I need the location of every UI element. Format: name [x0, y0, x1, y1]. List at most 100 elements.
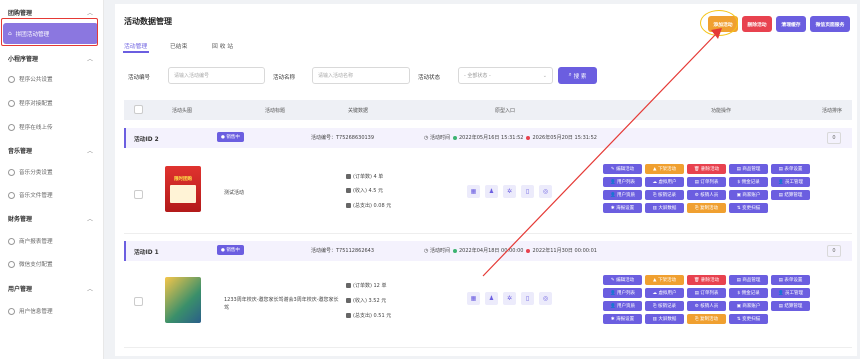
status-badge: ● 销售中 [217, 132, 244, 142]
settings-entry-icon[interactable]: ✲ [503, 185, 516, 198]
poster-button[interactable]: ✱ 海报设置 [603, 314, 642, 324]
sidebar-item-user-info[interactable]: 用户信息管理 [8, 307, 53, 315]
commission-button[interactable]: $ 佣金记录 [729, 288, 768, 298]
big-screen-button[interactable]: ▥ 大屏数据 [645, 314, 684, 324]
merchant-account-button[interactable]: ▣ 商家账户 [729, 301, 768, 311]
activity-thumbnail[interactable] [165, 277, 201, 323]
sidebar-item-wechat-pay[interactable]: 微信支付配置 [8, 260, 53, 268]
tab-underline [123, 51, 149, 53]
expense-icon [346, 313, 351, 318]
copy-button[interactable]: ⎘ 复制活动 [687, 314, 726, 324]
virtual-users-button[interactable]: ☁ 虚拟用户 [645, 288, 684, 298]
settlement-button[interactable]: ▤ 结算管理 [771, 190, 810, 200]
qualification-button[interactable]: 👤 用户资质 [603, 190, 642, 200]
qualification-button[interactable]: 👤 用户资质 [603, 301, 642, 311]
staff-button[interactable]: 👤 员工管理 [771, 177, 810, 187]
sidebar: 团购管理 ︿ ⌂ 拼团活动管理 小程序管理 ︿ 程序公共设置 程序对接配置 程序… [0, 0, 104, 359]
activity-thumbnail[interactable]: 限时团购 [165, 166, 201, 212]
mobile-entry-icon[interactable]: ▯ [521, 292, 534, 305]
chevron-up-icon[interactable]: ︿ [87, 54, 93, 63]
goods-button[interactable]: ▤ 商品管理 [729, 164, 768, 174]
report-icon [8, 237, 15, 245]
merchant-account-button[interactable]: ▣ 商家账户 [729, 190, 768, 200]
sidebar-group-title[interactable]: 财务管理 [8, 214, 32, 223]
offline-button[interactable]: ▲ 下架活动 [645, 164, 684, 174]
sidebar-item-merchant-report[interactable]: 商户报表管理 [8, 237, 53, 245]
stat-income: (收入) 3.52 元 [346, 297, 386, 304]
virtual-users-button[interactable]: ☁ 虚拟用户 [645, 177, 684, 187]
offline-button[interactable]: ▲ 下架活动 [645, 275, 684, 285]
tab-ended[interactable]: 已结束 [170, 41, 187, 50]
search-button-label: 搜 索 [573, 73, 587, 80]
column-header: 功能操作 [711, 108, 732, 114]
delete-button[interactable]: 🗑 删除活动 [687, 275, 726, 285]
chevron-up-icon[interactable]: ︿ [87, 284, 93, 293]
clear-cache-button[interactable]: 清理缓存 [776, 16, 806, 32]
mobile-entry-icon[interactable]: ▯ [521, 185, 534, 198]
big-screen-button[interactable]: ▥ 大屏数据 [645, 203, 684, 213]
link-entry-icon[interactable]: ◎ [539, 185, 552, 198]
list-icon [8, 168, 15, 176]
qrcode-icon[interactable]: ▦ [467, 185, 480, 198]
wechat-page-service-button[interactable]: 微信页面服务 [810, 16, 850, 32]
sidebar-item-music-category[interactable]: 音乐分类设置 [8, 168, 53, 176]
verify-staff-button[interactable]: ⚙ 核销人员 [687, 301, 726, 311]
link-entry-icon[interactable]: ◎ [539, 292, 552, 305]
chevron-up-icon[interactable]: ︿ [87, 8, 93, 17]
sidebar-item-app-settings[interactable]: 程序公共设置 [8, 75, 53, 83]
row-checkbox[interactable] [134, 297, 143, 306]
verify-log-button[interactable]: ⎘ 核销记录 [645, 301, 684, 311]
sort-input[interactable]: 0 [827, 132, 841, 144]
change-scan-button[interactable]: ⇅ 变更扫描 [729, 314, 768, 324]
delete-button[interactable]: 🗑 删除活动 [687, 164, 726, 174]
sidebar-item-label: 程序对接配置 [19, 101, 53, 107]
activity-time: ◷ 活动时间 2022年04月18日 00:00:00 2022年11月30日 00… [424, 248, 597, 254]
chevron-up-icon[interactable]: ︿ [87, 146, 93, 155]
main-panel: 活动数据管理 活动管理 已结束 回 收 站 添加活动 删除活动 清理缓存 微信页… [115, 4, 857, 356]
column-header: 原型入口 [495, 108, 516, 114]
settlement-button[interactable]: ▤ 结算管理 [771, 301, 810, 311]
verify-log-button[interactable]: ⎘ 核销记录 [645, 190, 684, 200]
row-checkbox[interactable] [134, 190, 143, 199]
sidebar-group-title[interactable]: 音乐管理 [8, 146, 32, 155]
page-title: 活动数据管理 [124, 17, 172, 26]
sidebar-group-title[interactable]: 团购管理 [8, 8, 32, 17]
tab-active[interactable]: 活动管理 [124, 41, 147, 50]
settings-entry-icon[interactable]: ✲ [503, 292, 516, 305]
sidebar-item-app-connect[interactable]: 程序对接配置 [8, 99, 53, 107]
sort-input[interactable]: 0 [827, 245, 841, 257]
users-button[interactable]: 👤 用户列表 [603, 177, 642, 187]
edit-button[interactable]: ✎ 编辑活动 [603, 275, 642, 285]
select-all-checkbox[interactable] [134, 105, 143, 114]
qrcode-icon[interactable]: ▦ [467, 292, 480, 305]
clock-icon: ◷ [424, 248, 429, 254]
orders-button[interactable]: ▤ 订单列表 [687, 288, 726, 298]
users-button[interactable]: 👤 用户列表 [603, 288, 642, 298]
poster-button[interactable]: ✱ 海报设置 [603, 203, 642, 213]
commission-button[interactable]: $ 佣金记录 [729, 177, 768, 187]
copy-button[interactable]: ⎘ 复制活动 [687, 203, 726, 213]
search-button[interactable]: ⌕ 搜 索 [558, 67, 597, 84]
form-button[interactable]: ▤ 表单设置 [771, 275, 810, 285]
sidebar-item-music-files[interactable]: 音乐文件管理 [8, 191, 53, 199]
goods-button[interactable]: ▤ 商品管理 [729, 275, 768, 285]
orders-icon [346, 283, 351, 288]
user-entry-icon[interactable]: ♟ [485, 292, 498, 305]
status-select[interactable]: - 全部状态 - ⌄ [458, 67, 553, 84]
stat-expense: (总支出) 0.51 元 [346, 312, 391, 319]
staff-button[interactable]: 👤 员工管理 [771, 288, 810, 298]
tab-recycle[interactable]: 回 收 站 [212, 41, 233, 50]
sidebar-group-title[interactable]: 小程序管理 [8, 54, 38, 63]
edit-button[interactable]: ✎ 编辑活动 [603, 164, 642, 174]
change-scan-button[interactable]: ⇅ 变更扫描 [729, 203, 768, 213]
user-entry-icon[interactable]: ♟ [485, 185, 498, 198]
form-button[interactable]: ▤ 表单设置 [771, 164, 810, 174]
sidebar-group-title[interactable]: 用户管理 [8, 284, 32, 293]
sidebar-item-app-upload[interactable]: 程序在线上传 [8, 123, 53, 131]
activity-name-input[interactable]: 请输入活动名称 [312, 67, 410, 84]
activity-id-input[interactable]: 请输入活动编号 [168, 67, 265, 84]
chevron-up-icon[interactable]: ︿ [87, 214, 93, 223]
orders-button[interactable]: ▤ 订单列表 [687, 177, 726, 187]
verify-staff-button[interactable]: ⚙ 核销人员 [687, 190, 726, 200]
delete-activity-button[interactable]: 删除活动 [742, 16, 772, 32]
